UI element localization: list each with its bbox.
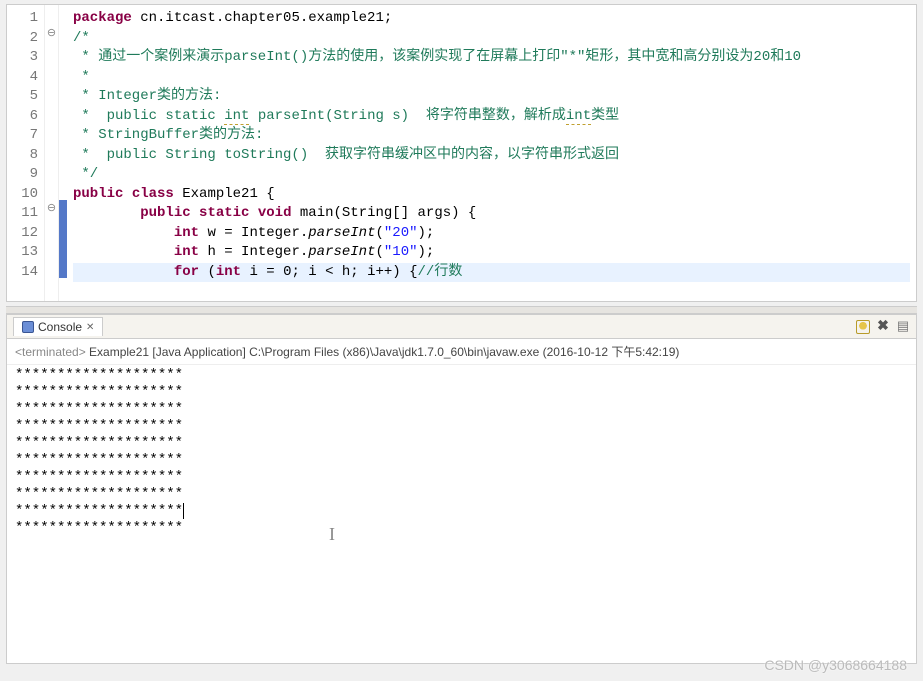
- fold-toggle-icon[interactable]: ⊖: [45, 25, 58, 45]
- tab-console[interactable]: Console ✕: [13, 317, 103, 336]
- watermark-text: CSDN @y3068664188: [764, 657, 907, 673]
- output-row: ********************: [15, 520, 908, 537]
- override-marker-icon: [59, 200, 67, 220]
- line-number: 13: [11, 243, 38, 263]
- console-icon: [22, 321, 34, 333]
- output-row: ********************: [15, 486, 908, 503]
- output-row: ********************: [15, 452, 908, 469]
- line-number: 10: [11, 185, 38, 205]
- console-status: <terminated> Example21 [Java Application…: [7, 339, 916, 365]
- launch-description: Example21 [Java Application] C:\Program …: [89, 345, 679, 359]
- keyword-package: package: [73, 10, 132, 26]
- tab-label: Console: [38, 320, 82, 334]
- text-cursor: [183, 503, 184, 519]
- line-number: 14: [11, 263, 38, 283]
- line-number: 7: [11, 126, 38, 146]
- ibeam-cursor-icon: I: [329, 524, 335, 545]
- output-row: ********************: [15, 367, 908, 384]
- output-row: ********************: [15, 384, 908, 401]
- code-area[interactable]: 1 2 3 4 5 6 7 8 9 10 11 12 13 14 ⊖ ⊖: [7, 5, 916, 301]
- line-number: 12: [11, 224, 38, 244]
- code-text[interactable]: package cn.itcast.chapter05.example21; /…: [67, 5, 916, 301]
- line-number-gutter: 1 2 3 4 5 6 7 8 9 10 11 12 13 14: [7, 5, 45, 301]
- output-row: ********************: [15, 401, 908, 418]
- sash-divider[interactable]: [6, 306, 917, 314]
- terminated-label: <terminated>: [15, 345, 89, 359]
- marker-column: [59, 5, 67, 301]
- current-line: for (int i = 0; i < h; i++) {//行数: [73, 263, 910, 283]
- remove-launch-icon[interactable]: ✖: [876, 320, 890, 334]
- output-row: ********************: [15, 503, 908, 520]
- output-row: ********************: [15, 469, 908, 486]
- line-number: 6: [11, 107, 38, 127]
- close-tab-icon[interactable]: ✕: [86, 322, 94, 333]
- line-number: 2: [11, 29, 38, 49]
- fold-column: ⊖ ⊖: [45, 5, 59, 301]
- line-number: 8: [11, 146, 38, 166]
- fold-toggle-icon[interactable]: ⊖: [45, 200, 58, 220]
- console-tabbar: Console ✕ ✖ ▤: [7, 315, 916, 339]
- code-editor-pane: 1 2 3 4 5 6 7 8 9 10 11 12 13 14 ⊖ ⊖: [6, 4, 917, 302]
- pin-console-icon[interactable]: [856, 320, 870, 334]
- line-number: 4: [11, 68, 38, 88]
- console-pane: Console ✕ ✖ ▤ <terminated> Example21 [Ja…: [6, 314, 917, 664]
- output-row: ********************: [15, 418, 908, 435]
- clear-console-icon[interactable]: ▤: [896, 320, 910, 334]
- line-number: 3: [11, 48, 38, 68]
- console-output[interactable]: ******************** *******************…: [7, 365, 916, 663]
- line-number: 9: [11, 165, 38, 185]
- line-number: 1: [11, 9, 38, 29]
- line-number: 11: [11, 204, 38, 224]
- line-number: 5: [11, 87, 38, 107]
- output-row: ********************: [15, 435, 908, 452]
- console-toolbar: ✖ ▤: [856, 320, 910, 334]
